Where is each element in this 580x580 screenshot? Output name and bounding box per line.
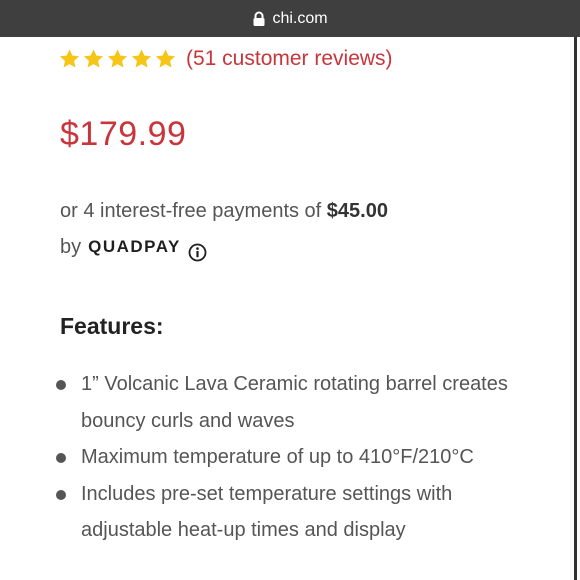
star-icon: [59, 49, 80, 68]
rating-row[interactable]: (51 customer reviews): [58, 47, 393, 71]
installment-text: or 4 interest-free payments of: [60, 200, 322, 222]
bullet-icon: [56, 489, 66, 500]
browser-address-bar[interactable]: chi.com: [0, 0, 580, 37]
installment-amount: $45.00: [326, 200, 388, 222]
feature-text: Includes pre-set temperature settings wi…: [81, 482, 453, 542]
star-icon: [107, 49, 128, 68]
features-heading: Features:: [60, 313, 164, 339]
installment-line: or 4 interest-free payments of $45.00: [60, 193, 388, 229]
bullet-icon: [56, 453, 66, 463]
quadpay-logo: QUADPAY: [88, 237, 181, 256]
star-icon: [131, 49, 152, 68]
star-icon: [155, 49, 176, 68]
installment-info: or 4 interest-free payments of $45.00 by…: [60, 193, 388, 265]
feature-item: 1” Volcanic Lava Ceramic rotating barrel…: [52, 366, 522, 439]
feature-item: Includes pre-set temperature settings wi…: [52, 476, 522, 549]
bullet-icon: [56, 380, 66, 390]
features-list: 1” Volcanic Lava Ceramic rotating barrel…: [52, 366, 522, 549]
by-label: by: [60, 236, 82, 258]
lock-icon: [252, 11, 266, 27]
star-rating: [58, 48, 177, 70]
product-detail: (51 customer reviews) $179.99 or 4 inter…: [0, 37, 577, 580]
url-display[interactable]: chi.com: [252, 9, 328, 28]
customer-reviews-link[interactable]: (51 customer reviews): [186, 47, 393, 71]
installment-provider-line: by QUADPAY: [60, 229, 388, 265]
feature-text: Maximum temperature of up to 410°F/210°C: [81, 446, 474, 468]
info-icon[interactable]: [188, 238, 207, 261]
product-price: $179.99: [60, 115, 187, 153]
feature-item: Maximum temperature of up to 410°F/210°C: [52, 439, 522, 476]
star-icon: [83, 49, 104, 68]
feature-text: 1” Volcanic Lava Ceramic rotating barrel…: [81, 373, 508, 432]
url-text: chi.com: [272, 9, 328, 27]
